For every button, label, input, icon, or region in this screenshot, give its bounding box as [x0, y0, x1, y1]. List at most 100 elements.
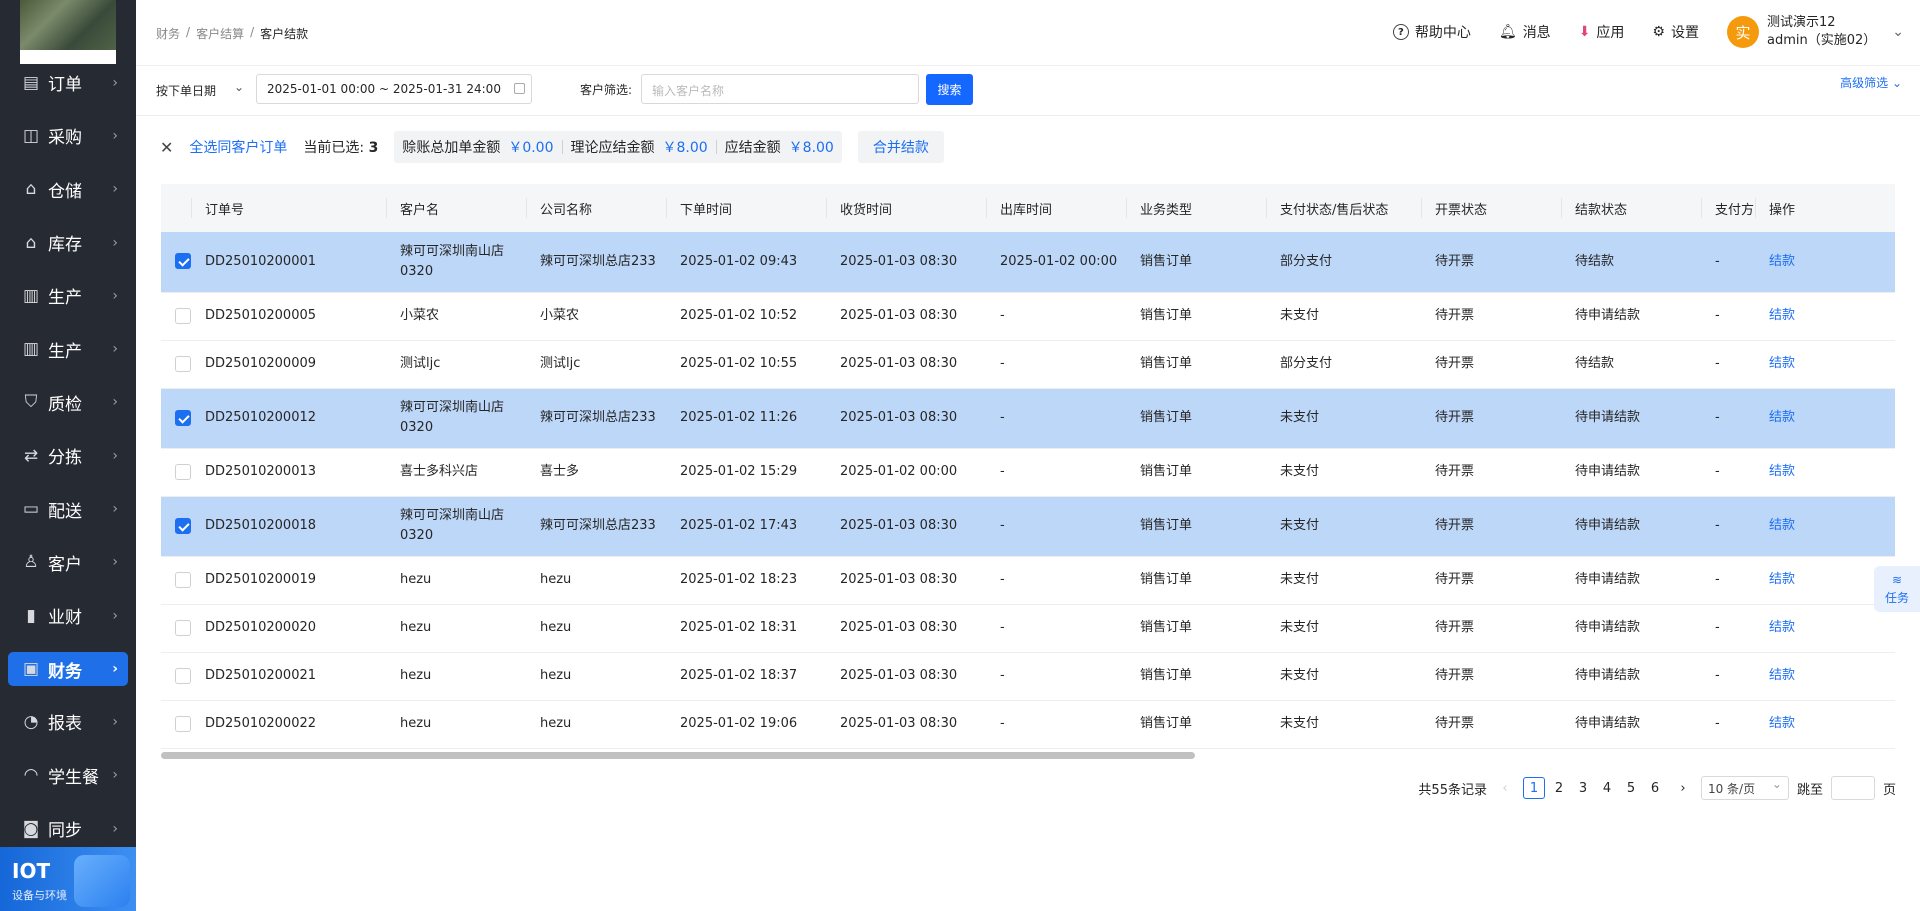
select-same-customer-link[interactable]: 全选同客户订单	[189, 137, 287, 157]
total-add-value: ￥0.00	[508, 140, 554, 156]
selected-count: 当前已选: 3	[303, 137, 378, 157]
advanced-filter-button[interactable]: 高级筛选 ⌄	[1840, 74, 1902, 91]
sidebar-item-7[interactable]: ⇄ 分拣 ›	[0, 429, 136, 482]
cell-company: 辣可可深圳总店233	[526, 496, 666, 557]
settle-link[interactable]: 结款	[1769, 518, 1795, 533]
row-checkbox[interactable]	[175, 409, 191, 426]
messages-button[interactable]: 🔔︎ 消息	[1499, 22, 1551, 42]
sidebar-item-5[interactable]: ▥ 生产 ›	[0, 322, 136, 375]
calendar-icon	[514, 83, 525, 94]
sidebar-item-11[interactable]: ▣ 财务 ›	[8, 652, 128, 687]
jump-page-input[interactable]	[1830, 776, 1875, 800]
settings-button[interactable]: ⚙ 设置	[1652, 22, 1699, 42]
customer-search-input[interactable]: 输入客户名称	[641, 74, 919, 104]
row-checkbox[interactable]	[175, 517, 191, 534]
cell-order_time: 2025-01-02 18:31	[666, 604, 826, 653]
iot-subtitle: 设备与环境	[12, 889, 67, 902]
table-row[interactable]: DD25010200005 小菜农 小菜农 2025-01-02 10:52 2025-…	[161, 292, 1895, 341]
row-checkbox[interactable]	[175, 619, 191, 636]
table-row[interactable]: DD25010200013 喜士多科兴店 喜士多 2025-01-02 15:29 20…	[161, 448, 1895, 497]
cell-pay: 未支付	[1266, 556, 1421, 605]
sidebar: ▤ 订单 › ◫ 采购 › ⌂ 仓储 › ⌂ 库存 › ▥ 生产 › ▥ 生产 › ⛉ 质检 › ⇄ 分拣 › ▭ 配送 › ♙ 客户 ›…	[0, 0, 136, 911]
prev-page-icon[interactable]: ‹	[1495, 777, 1515, 799]
cell-payer: -	[1701, 556, 1755, 605]
table-row[interactable]: DD25010200021 hezu hezu 2025-01-02 18:37 202…	[161, 652, 1895, 701]
table-row[interactable]: DD25010200018 辣可可深圳南山店0320 辣可可深圳总店233 2025-…	[161, 496, 1895, 557]
settle-link[interactable]: 结款	[1769, 572, 1795, 587]
sidebar-item-6[interactable]: ⛉ 质检 ›	[0, 376, 136, 429]
page-size-select[interactable]: 10 条/页	[1700, 776, 1789, 800]
settle-link[interactable]: 结款	[1769, 308, 1795, 323]
task-float-button[interactable]: ≋ 任务	[1874, 566, 1920, 612]
date-type-select[interactable]: 按下单日期	[156, 82, 216, 99]
settle-link[interactable]: 结款	[1769, 464, 1795, 479]
row-checkbox[interactable]	[175, 253, 191, 270]
help-center-button[interactable]: ? 帮助中心	[1392, 22, 1471, 42]
iot-cloud-icon	[74, 855, 130, 907]
cell-action: 结款	[1755, 652, 1895, 701]
next-page-icon[interactable]: ›	[1673, 777, 1693, 799]
page-number[interactable]: 3	[1573, 777, 1593, 799]
breadcrumb-item[interactable]: 客户结算	[196, 25, 244, 42]
row-checkbox[interactable]	[175, 715, 191, 732]
user-menu[interactable]: 实 测试演示12 admin（实施02） ⌄	[1726, 14, 1904, 50]
row-checkbox-cell	[161, 232, 191, 293]
help-label: 帮助中心	[1414, 25, 1471, 41]
page-number[interactable]: 2	[1549, 777, 1569, 799]
page-number[interactable]: 5	[1621, 777, 1641, 799]
settle-link[interactable]: 结款	[1769, 620, 1795, 635]
cell-settle: 待申请结款	[1561, 700, 1701, 749]
row-checkbox-cell	[161, 448, 191, 497]
sidebar-item-label: 生产	[48, 341, 82, 362]
sidebar-item-4[interactable]: ▥ 生产 ›	[0, 269, 136, 322]
sidebar-item-1[interactable]: ◫ 采购 ›	[0, 109, 136, 162]
cell-order: DD25010200022	[191, 700, 386, 749]
table-row[interactable]: DD25010200009 测试ljc 测试ljc 2025-01-02 10:55 2…	[161, 340, 1895, 389]
table-row[interactable]: DD25010200012 辣可可深圳南山店0320 辣可可深圳总店233 2025-…	[161, 388, 1895, 449]
sidebar-item-12[interactable]: ◔ 报表 ›	[0, 695, 136, 748]
sidebar-item-label: 订单	[48, 75, 82, 96]
download-app-icon: ⬇	[1578, 24, 1591, 40]
sidebar-item-9[interactable]: ♙ 客户 ›	[0, 536, 136, 589]
table-row[interactable]: DD25010200001 辣可可深圳南山店0320 辣可可深圳总店233 2025-…	[161, 232, 1895, 293]
row-checkbox[interactable]	[175, 307, 191, 324]
sidebar-item-8[interactable]: ▭ 配送 ›	[0, 482, 136, 535]
row-checkbox[interactable]	[175, 463, 191, 480]
cell-company: hezu	[526, 604, 666, 653]
settle-link[interactable]: 结款	[1769, 410, 1795, 425]
sidebar-item-0[interactable]: ▤ 订单 ›	[0, 56, 136, 109]
row-checkbox[interactable]	[175, 667, 191, 684]
search-button[interactable]: 搜索	[926, 74, 973, 105]
cell-action: 结款	[1755, 700, 1895, 749]
iot-banner[interactable]: IOT 设备与环境	[0, 847, 136, 911]
table-row[interactable]: DD25010200022 hezu hezu 2025-01-02 19:06 202…	[161, 700, 1895, 749]
sidebar-item-2[interactable]: ⌂ 仓储 ›	[0, 163, 136, 216]
page-number[interactable]: 6	[1645, 777, 1665, 799]
sidebar-item-13[interactable]: ◠ 学生餐 ›	[0, 749, 136, 802]
merge-settle-button[interactable]: 合并结款	[857, 131, 944, 163]
chevron-down-icon[interactable]: ⌄	[234, 80, 244, 94]
table-row[interactable]: DD25010200020 hezu hezu 2025-01-02 18:31 202…	[161, 604, 1895, 653]
horizontal-scrollbar[interactable]	[161, 752, 1195, 759]
settle-link[interactable]: 结款	[1769, 254, 1795, 269]
breadcrumb-item[interactable]: 财务	[156, 25, 180, 42]
date-range-picker[interactable]: 2025-01-01 00:00 ~ 2025-01-31 24:00	[256, 74, 532, 104]
page-number[interactable]: 4	[1597, 777, 1617, 799]
cell-action: 结款	[1755, 448, 1895, 497]
cell-settle: 待申请结款	[1561, 292, 1701, 341]
table-row[interactable]: DD25010200019 hezu hezu 2025-01-02 18:23 202…	[161, 556, 1895, 605]
cell-action: 结款	[1755, 604, 1895, 653]
row-checkbox[interactable]	[175, 355, 191, 372]
sidebar-item-3[interactable]: ⌂ 库存 ›	[0, 216, 136, 269]
settle-link[interactable]: 结款	[1769, 716, 1795, 731]
sidebar-item-10[interactable]: ▮ 业财 ›	[0, 589, 136, 642]
settle-link[interactable]: 结款	[1769, 356, 1795, 371]
page-number[interactable]: 1	[1522, 777, 1545, 799]
selection-bar: ✕ 全选同客户订单 当前已选: 3 赊账总加单金额 ￥0.00 理论应结金额 ￥8.…	[160, 131, 944, 163]
chevron-right-icon: ›	[112, 394, 118, 411]
apps-button[interactable]: ⬇ 应用	[1579, 22, 1625, 42]
settle-link[interactable]: 结款	[1769, 668, 1795, 683]
header-checkbox-cell	[161, 184, 191, 232]
row-checkbox[interactable]	[175, 571, 191, 588]
close-icon[interactable]: ✕	[160, 138, 173, 157]
